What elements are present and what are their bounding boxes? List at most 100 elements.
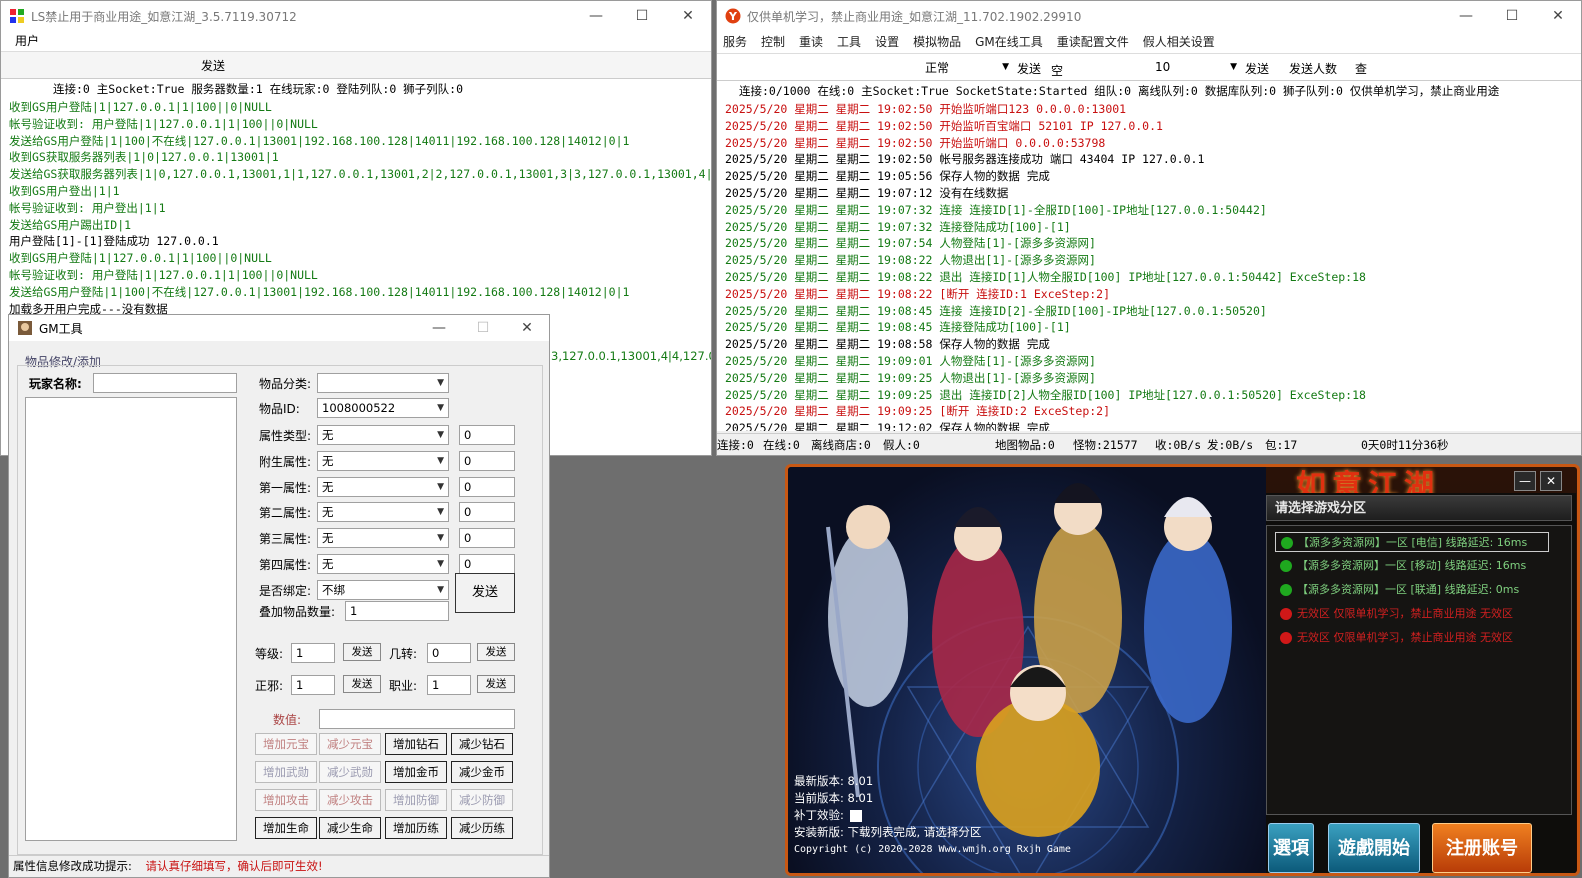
attr-value-input[interactable]: 0 — [459, 476, 515, 497]
currency-button[interactable]: 减少钻石 — [451, 733, 513, 755]
close-icon[interactable]: ✕ — [505, 315, 549, 341]
query-button[interactable]: 查 — [1355, 60, 1367, 77]
install-status: 安装新版: 下载列表完成, 请选择分区 — [794, 825, 982, 839]
minimize-icon[interactable]: — — [573, 1, 619, 31]
currency-button[interactable]: 增加攻击 — [255, 789, 317, 811]
gs-send-value[interactable]: 空 — [1051, 62, 1063, 79]
currency-button[interactable]: 增加武勋 — [255, 761, 317, 783]
log-line: 2025/5/20 星期二 星期二 19:07:54 人物登陆[1]-[源多多资… — [725, 236, 1096, 251]
menu-item[interactable]: 假人相关设置 — [1143, 31, 1215, 53]
currency-button[interactable]: 减少攻击 — [319, 789, 381, 811]
gs-log-area[interactable]: 2025/5/20 星期二 星期二 19:02:50 开始监听端口123 0.0… — [717, 101, 1581, 431]
log-line: 2025/5/20 星期二 星期二 19:08:22 退出 连接ID[1]人物全… — [725, 269, 1366, 284]
zone-item[interactable]: 无效区 仅限单机学习，禁止商业用途 无效区 — [1275, 628, 1549, 648]
gs-send-button-2[interactable]: 发送 — [1245, 60, 1269, 77]
maximize-icon[interactable]: ☐ — [461, 315, 505, 341]
attr-value-input[interactable]: 0 — [459, 528, 515, 549]
stack-input[interactable]: 1 — [345, 601, 449, 621]
currency-button[interactable]: 增加历练 — [385, 817, 447, 839]
gs-send-button[interactable]: 发送 — [1017, 60, 1041, 77]
attr-value-input[interactable]: 0 — [459, 554, 515, 574]
send-level-button[interactable]: 发送 — [343, 643, 381, 661]
player-list[interactable] — [25, 397, 237, 841]
game-launcher: 最新版本: 8.01 当前版本: 8.01 补丁效验: 安装新版: 下载列表完成… — [785, 464, 1580, 876]
stack-label: 叠加物品数量: — [259, 605, 336, 619]
currency-button[interactable]: 增加防御 — [385, 789, 447, 811]
menu-item[interactable]: 工具 — [837, 31, 861, 53]
level-input[interactable]: 1 — [291, 643, 335, 663]
status-field: 假人:0 — [883, 438, 920, 452]
send-count-button[interactable]: 发送人数 — [1289, 60, 1337, 77]
item-id-select[interactable]: 1008000522 ▼ — [317, 398, 449, 418]
attr-select[interactable]: 无 ▼ — [317, 528, 449, 549]
attr-value-input[interactable]: 0 — [459, 425, 515, 445]
align-input[interactable]: 1 — [291, 675, 335, 695]
attr-select[interactable]: 无 ▼ — [317, 502, 449, 523]
currency-button[interactable]: 增加元宝 — [255, 733, 317, 755]
currency-button[interactable]: 增加生命 — [255, 817, 317, 839]
attr-value-input[interactable]: 0 — [459, 502, 515, 523]
menu-item[interactable]: 模拟物品 — [913, 31, 961, 53]
zone-item[interactable]: 【源多多资源网】一区 [联通] 线路延迟: 0ms — [1275, 580, 1549, 600]
attr-select[interactable]: 无 ▼ — [317, 476, 449, 497]
currency-button[interactable]: 减少武勋 — [319, 761, 381, 783]
zone-item[interactable]: 无效区 仅限单机学习，禁止商业用途 无效区 — [1275, 604, 1549, 624]
menu-item[interactable]: 重读配置文件 — [1057, 31, 1129, 53]
item-category-label: 物品分类: — [259, 377, 312, 391]
attr-value-input[interactable]: 0 — [459, 450, 515, 471]
menu-item[interactable]: 设置 — [875, 31, 899, 53]
mode-select[interactable]: 正常 ▼ — [921, 57, 1013, 77]
options-button[interactable]: 選項 — [1268, 823, 1314, 873]
currency-button[interactable]: 减少元宝 — [319, 733, 381, 755]
start-game-button[interactable]: 遊戲開始 — [1328, 823, 1420, 873]
currency-button[interactable]: 减少金币 — [451, 761, 513, 783]
menu-item[interactable]: 服务 — [723, 31, 747, 53]
currency-button[interactable]: 减少防御 — [451, 789, 513, 811]
currency-button[interactable]: 增加钻石 — [385, 733, 447, 755]
send-align-button[interactable]: 发送 — [343, 675, 381, 693]
close-icon[interactable]: ✕ — [665, 1, 711, 31]
item-id-label: 物品ID: — [259, 402, 300, 416]
currency-button[interactable]: 增加金币 — [385, 761, 447, 783]
minimize-icon[interactable]: — — [1443, 1, 1489, 31]
item-category-select[interactable]: ▼ — [317, 373, 449, 393]
register-button[interactable]: 注册账号 — [1432, 823, 1532, 873]
close-icon[interactable]: ✕ — [1535, 1, 1581, 31]
rebirth-input[interactable]: 0 — [427, 643, 471, 663]
count-select[interactable]: 10 ▼ — [1151, 57, 1241, 77]
ls-send-button[interactable]: 发送 — [201, 57, 225, 74]
zone-item[interactable]: 【源多多资源网】一区 [电信] 线路延迟: 16ms — [1275, 532, 1549, 552]
amount-input[interactable] — [319, 709, 515, 729]
bind-select[interactable]: 不绑 ▼ — [317, 580, 449, 600]
attr-select[interactable]: 无 ▼ — [317, 425, 449, 445]
player-name-input[interactable] — [93, 373, 237, 393]
log-line: 2025/5/20 星期二 星期二 19:05:56 保存人物的数据 完成 — [725, 169, 1050, 184]
currency-button[interactable]: 减少生命 — [319, 817, 381, 839]
patch-checkbox[interactable] — [849, 809, 862, 822]
zone-label: 无效区 仅限单机学习，禁止商业用途 无效区 — [1297, 607, 1513, 620]
attr-select[interactable]: 无 ▼ — [317, 450, 449, 471]
gs-bottom-statusbar: 连接:0 在线:0 离线商店:0 假人:0 地图物品:0 怪物:21577 收:0B/s 发:… — [717, 433, 1581, 455]
log-line: 2025/5/20 星期二 星期二 19:08:58 保存人物的数据 完成 — [725, 337, 1050, 352]
level-label: 等级: — [255, 647, 284, 661]
send-job-button[interactable]: 发送 — [477, 675, 515, 693]
menu-item[interactable]: GM在线工具 — [975, 31, 1043, 53]
launcher-min-button[interactable]: — — [1514, 471, 1536, 491]
menu-item[interactable]: 控制 — [761, 31, 785, 53]
launcher-close-button[interactable]: ✕ — [1540, 471, 1562, 491]
minimize-icon[interactable]: — — [417, 315, 461, 341]
menu-user[interactable]: 用户 — [15, 34, 39, 48]
send-item-button[interactable]: 发送 — [455, 573, 515, 613]
status-field: 地图物品:0 — [995, 438, 1055, 452]
status-field: 发:0B/s — [1207, 438, 1254, 452]
attr-select[interactable]: 无 ▼ — [317, 554, 449, 574]
maximize-icon[interactable]: ☐ — [1489, 1, 1535, 31]
send-rebirth-button[interactable]: 发送 — [477, 643, 515, 661]
currency-button[interactable]: 减少历练 — [451, 817, 513, 839]
log-line: 2025/5/20 星期二 星期二 19:08:45 连接 连接ID[2]-全服… — [725, 303, 1267, 318]
menu-item[interactable]: 重读 — [799, 31, 823, 53]
job-input[interactable]: 1 — [427, 675, 471, 695]
zone-item[interactable]: 【源多多资源网】一区 [移动] 线路延迟: 16ms — [1275, 556, 1549, 576]
log-line: 发送给GS用户登陆|1|100|不在线|127.0.0.1|13001|192.… — [9, 284, 630, 299]
maximize-icon[interactable]: ☐ — [619, 1, 665, 31]
